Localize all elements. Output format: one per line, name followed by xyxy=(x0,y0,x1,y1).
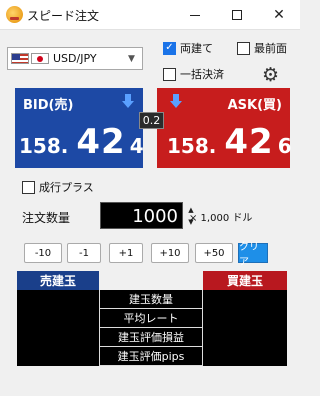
order-quantity-label: 注文数量 xyxy=(22,211,71,225)
sell-position-header: 売建玉 xyxy=(17,271,99,290)
currency-pair-label: USD/JPY xyxy=(53,52,97,65)
close-button[interactable]: ✕ xyxy=(258,0,300,30)
row-label: 建玉数量 xyxy=(99,290,203,309)
order-quantity-input[interactable]: 1000 xyxy=(100,202,183,229)
sell-value-cell xyxy=(17,328,99,347)
market-order-plus-label: 成行プラス xyxy=(39,181,94,194)
market-order-plus-checkbox[interactable]: 成行プラス xyxy=(22,179,94,195)
plus-1-button[interactable]: +1 xyxy=(109,243,143,263)
ryodate-label: 両建て xyxy=(180,42,213,55)
minus-10-button[interactable]: -10 xyxy=(24,243,62,263)
bid-price-fraction: 4 xyxy=(129,134,144,158)
title-bar: スピード注文 ✕ xyxy=(0,0,300,30)
price-down-arrow-icon xyxy=(122,94,134,108)
table-row: 建玉数量 xyxy=(17,290,287,309)
row-label: 建玉評価pips xyxy=(99,347,203,366)
position-summary-table: 売建玉 買建玉 建玉数量 平均レート 建玉評価損益 建玉評価pips xyxy=(17,271,287,366)
row-label: 平均レート xyxy=(99,309,203,328)
always-on-top-checkbox[interactable]: 最前面 xyxy=(237,40,287,56)
ask-price: 158. 42 6 xyxy=(167,122,292,162)
jp-flag-icon xyxy=(31,53,49,64)
gear-icon[interactable]: ⚙ xyxy=(262,66,279,85)
minus-1-button[interactable]: -1 xyxy=(67,243,101,263)
maximize-icon xyxy=(232,10,242,20)
close-icon: ✕ xyxy=(273,7,285,23)
bid-price: 158. 42 4 xyxy=(19,122,144,162)
plus-10-button[interactable]: +10 xyxy=(151,243,189,263)
ryodate-checkbox[interactable]: ✓ 両建て xyxy=(163,40,213,56)
table-row: 建玉評価損益 xyxy=(17,328,287,347)
window-title: スピード注文 xyxy=(27,9,100,23)
sell-value-cell xyxy=(17,347,99,366)
always-on-top-label: 最前面 xyxy=(254,42,287,55)
ask-price-integer: 158. xyxy=(167,134,217,158)
spread-badge: 0.2 xyxy=(139,112,164,129)
ask-price-button[interactable]: ASK(買) 158. 42 6 xyxy=(157,88,292,168)
quantity-unit-label: × 1,000 ドル xyxy=(189,213,253,224)
ask-price-main: 42 xyxy=(224,122,274,162)
buy-value-cell xyxy=(203,290,287,309)
table-row: 建玉評価pips xyxy=(17,347,287,366)
minimize-icon xyxy=(190,14,200,16)
table-row: 平均レート xyxy=(17,309,287,328)
bulk-settlement-label: 一括決済 xyxy=(180,68,224,81)
currency-pair-select[interactable]: USD/JPY ▼ xyxy=(7,47,143,70)
ask-label: ASK(買) xyxy=(227,98,282,113)
row-label: 建玉評価損益 xyxy=(99,328,203,347)
plus-50-button[interactable]: +50 xyxy=(195,243,233,263)
clear-button[interactable]: クリア xyxy=(238,242,268,268)
position-header-row: 売建玉 買建玉 xyxy=(17,271,287,290)
bid-label: BID(売) xyxy=(23,98,74,113)
bid-price-button[interactable]: BID(売) 158. 42 4 xyxy=(15,88,144,168)
ask-price-fraction: 6 xyxy=(277,134,292,158)
checkbox-icon xyxy=(22,180,35,194)
sell-value-cell xyxy=(17,309,99,328)
minimize-button[interactable] xyxy=(174,0,216,30)
header-spacer xyxy=(99,271,203,290)
buy-value-cell xyxy=(203,309,287,328)
buy-value-cell xyxy=(203,347,287,366)
chevron-down-icon: ▼ xyxy=(128,53,135,64)
sell-value-cell xyxy=(17,290,99,309)
bid-price-main: 42 xyxy=(76,122,126,162)
bulk-settlement-checkbox[interactable]: 一括決済 xyxy=(163,66,224,82)
buy-value-cell xyxy=(203,328,287,347)
app-logo-icon xyxy=(6,6,23,23)
maximize-button[interactable] xyxy=(216,0,258,30)
checkbox-checked-icon: ✓ xyxy=(163,41,176,55)
us-flag-icon xyxy=(11,53,29,64)
price-down-arrow-icon xyxy=(170,94,182,108)
bid-price-integer: 158. xyxy=(19,134,69,158)
buy-position-header: 買建玉 xyxy=(203,271,287,290)
checkbox-icon xyxy=(163,67,176,81)
checkbox-icon xyxy=(237,41,250,55)
